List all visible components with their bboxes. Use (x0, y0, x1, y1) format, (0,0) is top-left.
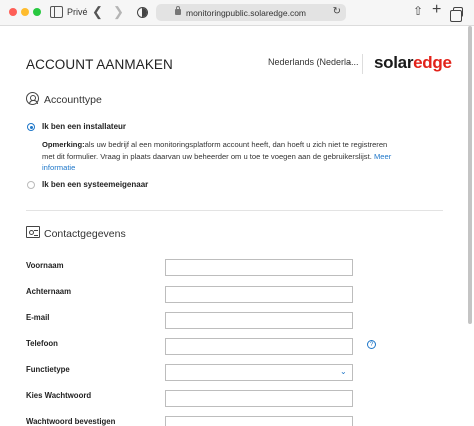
function-type-select[interactable] (165, 364, 353, 381)
close-window-button[interactable] (9, 8, 17, 16)
private-label: Privé (67, 7, 88, 17)
label-function-type: Functietype (26, 365, 70, 374)
section-divider (26, 210, 443, 211)
section-title-contact: Contactgegevens (44, 228, 126, 240)
label-choose-password: Kies Wachtwoord (26, 391, 92, 400)
label-last-name: Achternaam (26, 287, 72, 296)
label-confirm-password: Wachtwoord bevestigen (26, 417, 116, 426)
scrollbar[interactable] (468, 26, 472, 324)
shield-icon[interactable] (137, 7, 148, 18)
minimize-window-button[interactable] (21, 8, 29, 16)
page-content: ACCOUNT AANMAKEN Nederlands (Nederla... … (0, 26, 474, 426)
lock-icon (175, 6, 181, 15)
radio-system-owner[interactable] (27, 181, 35, 189)
note-text: als uw bedrijf al een monitoringsplatfor… (42, 140, 388, 161)
email-input[interactable] (165, 312, 353, 329)
chevron-down-icon[interactable]: ⌄ (346, 57, 353, 66)
user-circle-icon (26, 92, 39, 105)
divider (362, 54, 363, 74)
installer-note: Opmerking:als uw bedrijf al een monitori… (42, 139, 397, 174)
chevron-down-icon[interactable]: ⌄ (340, 367, 347, 376)
contact-card-icon (26, 226, 40, 238)
url-text: monitoringpublic.solaredge.com (186, 8, 307, 18)
label-email: E-mail (26, 313, 50, 322)
help-icon[interactable]: ? (367, 340, 376, 349)
radio-label-system-owner[interactable]: Ik ben een systeemeigenaar (42, 180, 148, 189)
share-icon[interactable]: ⇧ (413, 4, 423, 18)
first-name-input[interactable] (165, 259, 353, 276)
back-icon[interactable]: ❮ (92, 4, 103, 20)
note-bold: Opmerking: (42, 140, 85, 149)
private-browsing-icon[interactable] (50, 6, 63, 18)
fullscreen-window-button[interactable] (33, 8, 41, 16)
confirm-password-input[interactable] (165, 416, 353, 426)
new-tab-icon[interactable]: + (432, 1, 441, 19)
label-first-name: Voornaam (26, 261, 64, 270)
password-input[interactable] (165, 390, 353, 407)
radio-installer[interactable] (27, 123, 35, 131)
solaredge-logo: solaredge (374, 53, 452, 72)
label-phone: Telefoon (26, 339, 58, 348)
page-title: ACCOUNT AANMAKEN (26, 57, 173, 72)
radio-label-installer[interactable]: Ik ben een installateur (42, 122, 126, 131)
section-title-accounttype: Accounttype (44, 94, 102, 106)
reload-icon[interactable]: ↻ (333, 6, 341, 17)
forward-icon[interactable]: ❯ (113, 4, 124, 20)
browser-toolbar: Privé ❮ ❯ monitoringpublic.solaredge.com… (0, 0, 474, 26)
address-bar[interactable]: monitoringpublic.solaredge.com ↻ (156, 4, 346, 21)
last-name-input[interactable] (165, 286, 353, 303)
tabs-overview-icon[interactable] (450, 7, 463, 22)
phone-input[interactable] (165, 338, 353, 355)
